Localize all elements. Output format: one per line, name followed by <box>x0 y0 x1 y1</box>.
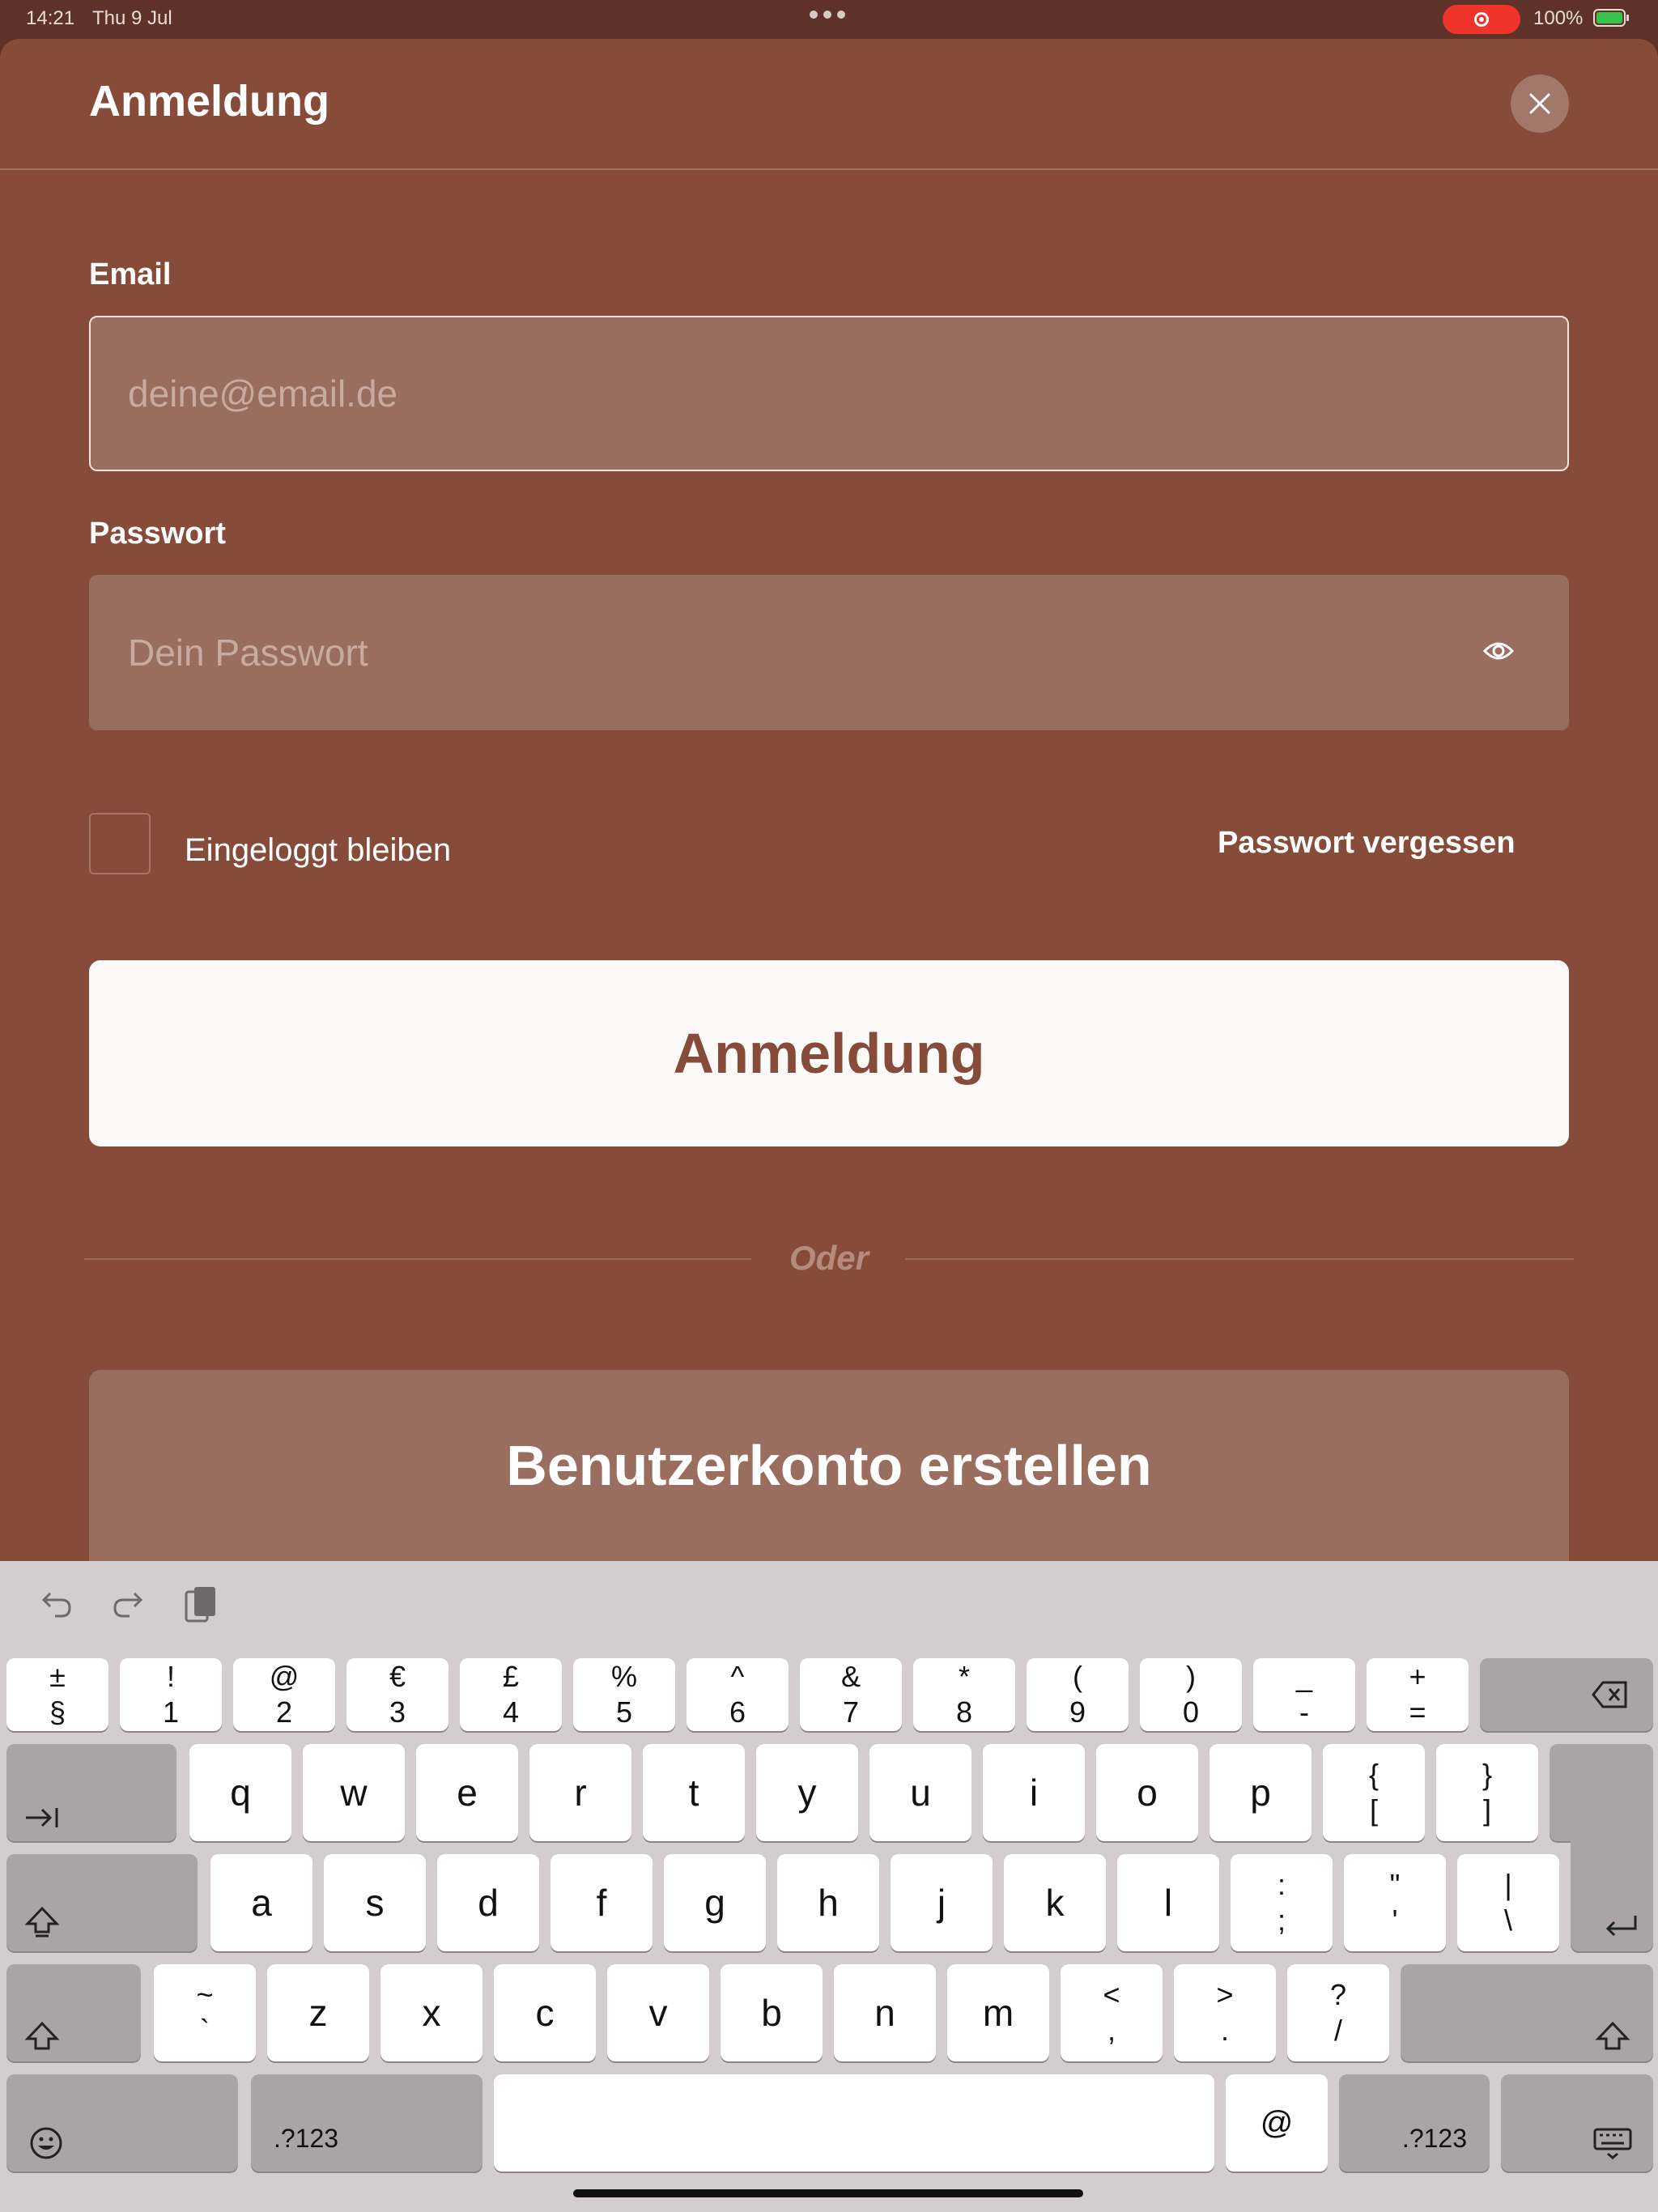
key-s[interactable]: s <box>324 1854 426 1951</box>
key-quote[interactable]: " ' <box>1344 1854 1446 1951</box>
key-f[interactable]: f <box>551 1854 653 1951</box>
email-input[interactable] <box>126 371 1425 416</box>
battery-percentage: 100% <box>1533 7 1584 29</box>
more-dots-icon[interactable] <box>810 11 845 19</box>
key-d[interactable]: d <box>437 1854 539 1951</box>
key-r[interactable]: r <box>529 1744 631 1841</box>
numbers-key-right[interactable]: .?123 <box>1339 2074 1490 2172</box>
key-backslash[interactable]: | \ <box>1457 1854 1559 1951</box>
key-j[interactable]: j <box>891 1854 993 1951</box>
emoji-key[interactable] <box>6 2074 238 2172</box>
status-time: 14:21 <box>26 7 75 29</box>
key-z[interactable]: z <box>267 1964 369 2061</box>
caps-lock-icon <box>24 1906 60 1938</box>
key-1-7[interactable]: ^ 6 <box>687 1658 789 1731</box>
key-slash[interactable]: ? / <box>1287 1964 1389 2061</box>
return-key[interactable] <box>1571 1835 1653 1951</box>
key-m[interactable]: m <box>947 1964 1049 2061</box>
remember-checkbox[interactable] <box>89 813 151 874</box>
login-sheet: Anmeldung Email Passwort Eingeloggt blei… <box>0 39 1658 1561</box>
close-button[interactable] <box>1511 74 1569 133</box>
key-1-9[interactable]: * 8 <box>913 1658 1015 1731</box>
or-separator: Oder <box>789 1239 869 1277</box>
software-keyboard: ± § ! 1 @2 €3 £4 % 5 ^ 6 & 7 * 8 (9 ) 0 _ - + = q… <box>0 1561 1658 2212</box>
numbers-key-left[interactable]: .?123 <box>251 2074 483 2172</box>
return-icon <box>1605 1916 1637 1937</box>
key-v[interactable]: v <box>607 1964 709 2061</box>
key-h[interactable]: h <box>777 1854 879 1951</box>
key-1-8[interactable]: & 7 <box>800 1658 902 1731</box>
shift-key-left[interactable] <box>6 1964 141 2061</box>
key-n[interactable]: n <box>834 1964 936 2061</box>
key-1-2[interactable]: ! 1 <box>120 1658 222 1731</box>
key-l[interactable]: l <box>1117 1854 1219 1951</box>
delete-icon <box>1592 1681 1627 1708</box>
emoji-icon <box>30 2127 62 2159</box>
key-1-10[interactable]: (9 <box>1027 1658 1129 1731</box>
key-y[interactable]: y <box>756 1744 858 1841</box>
key-c[interactable]: c <box>494 1964 596 2061</box>
paste-icon[interactable] <box>183 1585 219 1624</box>
header-divider <box>0 168 1658 170</box>
key-1-13[interactable]: + = <box>1367 1658 1469 1731</box>
tab-key[interactable] <box>6 1744 176 1841</box>
key-1-5[interactable]: £4 <box>460 1658 562 1731</box>
tab-icon <box>26 1808 58 1827</box>
close-icon <box>1529 93 1550 114</box>
create-account-button[interactable]: Benutzerkonto erstellen <box>89 1370 1569 1561</box>
login-button[interactable]: Anmeldung <box>89 960 1569 1146</box>
home-indicator[interactable] <box>573 2189 1083 2197</box>
status-bar: 14:21 Thu 9 Jul 100% <box>0 0 1658 39</box>
shift-key-right[interactable] <box>1401 1964 1653 2061</box>
key-x[interactable]: x <box>380 1964 483 2061</box>
delete-key[interactable] <box>1480 1658 1653 1731</box>
key-a[interactable]: a <box>210 1854 312 1951</box>
shift-icon <box>1595 2021 1630 2050</box>
key-u[interactable]: u <box>869 1744 971 1841</box>
undo-icon[interactable] <box>39 1585 74 1621</box>
dismiss-keyboard-icon <box>1593 2128 1632 2159</box>
return-key-upper[interactable] <box>1550 1744 1653 1841</box>
key-1-6[interactable]: % 5 <box>573 1658 675 1731</box>
key-w[interactable]: w <box>303 1744 405 1841</box>
key-1-1[interactable]: ± § <box>6 1658 108 1731</box>
key-1-11[interactable]: ) 0 <box>1140 1658 1242 1731</box>
page-title: Anmeldung <box>89 77 329 125</box>
key-comma[interactable]: <, <box>1061 1964 1163 2061</box>
shift-icon <box>24 2021 60 2050</box>
key-p[interactable]: p <box>1209 1744 1312 1841</box>
key-g[interactable]: g <box>664 1854 766 1951</box>
forgot-password-link[interactable]: Passwort vergessen <box>1218 826 1516 861</box>
key-i[interactable]: i <box>983 1744 1085 1841</box>
email-label: Email <box>89 257 172 291</box>
key-1-4[interactable]: €3 <box>346 1658 449 1731</box>
password-input[interactable] <box>126 630 1425 675</box>
battery-charging-icon <box>1593 9 1629 27</box>
key-k[interactable]: k <box>1004 1854 1106 1951</box>
caps-lock-key[interactable] <box>6 1854 198 1951</box>
password-label: Passwort <box>89 517 226 551</box>
key-1-3[interactable]: @2 <box>233 1658 335 1731</box>
password-field[interactable] <box>89 575 1569 730</box>
email-field[interactable] <box>89 316 1569 471</box>
key-b[interactable]: b <box>721 1964 823 2061</box>
dismiss-keyboard-key[interactable] <box>1501 2074 1653 2172</box>
key-at[interactable]: @ <box>1226 2074 1328 2172</box>
key-bracket-right[interactable]: }] <box>1436 1744 1538 1841</box>
redo-icon[interactable] <box>110 1585 146 1621</box>
key-q[interactable]: q <box>189 1744 291 1841</box>
key-period[interactable]: >. <box>1174 1964 1276 2061</box>
key-1-12[interactable]: _ - <box>1253 1658 1355 1731</box>
remember-label[interactable]: Eingeloggt bleiben <box>185 832 451 869</box>
status-date: Thu 9 Jul <box>92 7 172 29</box>
key-tilde[interactable]: ~ ` <box>154 1964 256 2061</box>
screen-recording-icon[interactable] <box>1443 5 1520 34</box>
key-o[interactable]: o <box>1096 1744 1198 1841</box>
key-semicolon[interactable]: :; <box>1231 1854 1333 1951</box>
key-bracket-left[interactable]: {[ <box>1323 1744 1425 1841</box>
space-key[interactable] <box>494 2074 1214 2172</box>
key-e[interactable]: e <box>416 1744 518 1841</box>
eye-icon[interactable] <box>1483 640 1514 662</box>
key-t[interactable]: t <box>643 1744 745 1841</box>
